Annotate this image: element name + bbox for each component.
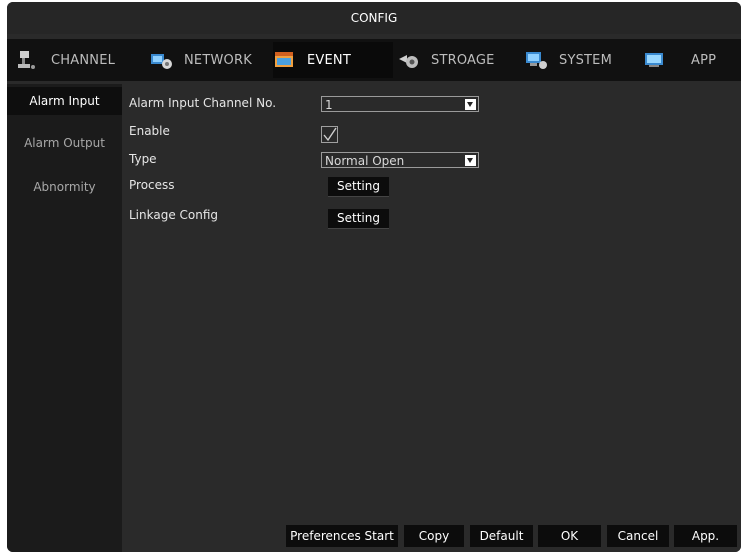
tab-bar: CHANNEL NETWORK EVENT STROAGE SYSTEM APP bbox=[7, 39, 741, 81]
linkage-label: Linkage Config bbox=[129, 208, 219, 222]
type-label: Type bbox=[129, 152, 157, 166]
checkmark-icon bbox=[323, 127, 337, 142]
process-label: Process bbox=[129, 178, 175, 192]
main-content: Alarm Input Channel No. 1 Enable Type No… bbox=[122, 84, 741, 552]
channel-label: Alarm Input Channel No. bbox=[129, 96, 277, 110]
tab-channel[interactable]: CHANNEL bbox=[17, 42, 129, 78]
apply-button[interactable]: App. bbox=[674, 525, 737, 547]
default-button[interactable]: Default bbox=[470, 525, 533, 547]
enable-label: Enable bbox=[129, 124, 170, 138]
channel-value: 1 bbox=[325, 98, 333, 112]
system-icon bbox=[525, 49, 549, 71]
preferences-start-button[interactable]: Preferences Start bbox=[286, 525, 398, 547]
sidebar-item-alarm-output[interactable]: Alarm Output bbox=[7, 129, 122, 157]
chevron-down-icon bbox=[465, 155, 476, 166]
linkage-setting-button[interactable]: Setting bbox=[328, 209, 389, 229]
type-value: Normal Open bbox=[325, 154, 405, 168]
config-window: CONFIG CHANNEL NETWORK EVENT STROAGE SYS… bbox=[7, 2, 741, 552]
app-icon bbox=[643, 49, 667, 71]
storage-icon bbox=[397, 49, 421, 71]
cancel-button[interactable]: Cancel bbox=[607, 525, 669, 547]
network-icon bbox=[150, 49, 174, 71]
channel-icon bbox=[17, 49, 41, 71]
tab-label: STROAGE bbox=[431, 52, 495, 68]
copy-button[interactable]: Copy bbox=[404, 525, 464, 547]
tab-label: CHANNEL bbox=[51, 52, 116, 68]
chevron-down-icon bbox=[465, 99, 476, 110]
sidebar-item-alarm-input[interactable]: Alarm Input bbox=[7, 87, 122, 115]
tab-system[interactable]: SYSTEM bbox=[525, 42, 635, 78]
tab-label: NETWORK bbox=[184, 52, 252, 68]
tab-storage[interactable]: STROAGE bbox=[397, 42, 512, 78]
channel-select[interactable]: 1 bbox=[321, 96, 479, 112]
sidebar-item-abnormity[interactable]: Abnormity bbox=[7, 173, 122, 201]
window-title: CONFIG bbox=[7, 2, 741, 34]
ok-button[interactable]: OK bbox=[538, 525, 601, 547]
sidebar: Alarm Input Alarm Output Abnormity bbox=[7, 84, 122, 552]
tab-network[interactable]: NETWORK bbox=[150, 42, 260, 78]
tab-label: SYSTEM bbox=[559, 52, 613, 68]
type-select[interactable]: Normal Open bbox=[321, 152, 479, 168]
tab-label: EVENT bbox=[307, 52, 351, 68]
tab-event[interactable]: EVENT bbox=[273, 42, 393, 78]
tab-label: APP bbox=[691, 52, 717, 68]
tab-app[interactable]: APP bbox=[643, 42, 739, 78]
enable-checkbox[interactable] bbox=[321, 126, 338, 143]
event-icon bbox=[273, 49, 297, 71]
process-setting-button[interactable]: Setting bbox=[328, 177, 389, 197]
